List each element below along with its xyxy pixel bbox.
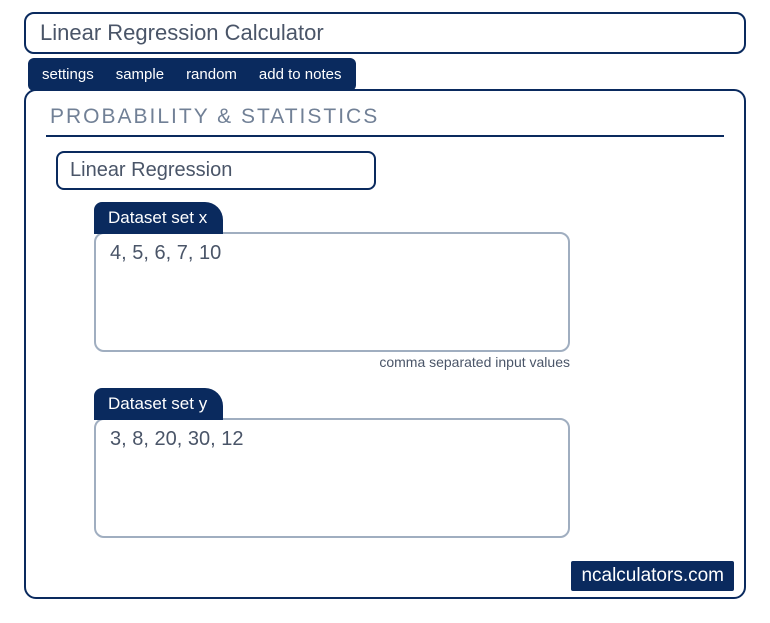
page-title: Linear Regression Calculator	[24, 12, 746, 54]
section-heading: PROBABILITY & STATISTICS	[46, 105, 724, 137]
tabs-bar: settings sample random add to notes	[28, 58, 356, 91]
dataset-x-group: Dataset set x comma separated input valu…	[94, 202, 574, 370]
dataset-x-label: Dataset set x	[94, 202, 223, 234]
main-panel: PROBABILITY & STATISTICS Linear Regressi…	[24, 89, 746, 599]
tab-random[interactable]: random	[186, 66, 237, 83]
tab-settings[interactable]: settings	[42, 66, 94, 83]
brand-badge: ncalculators.com	[571, 561, 734, 591]
dataset-x-hint: comma separated input values	[94, 354, 570, 370]
section-subtitle: Linear Regression	[56, 151, 376, 190]
dataset-y-input[interactable]	[94, 418, 570, 538]
dataset-y-group: Dataset set y	[94, 388, 574, 538]
tab-sample[interactable]: sample	[116, 66, 164, 83]
tab-add-to-notes[interactable]: add to notes	[259, 66, 342, 83]
dataset-y-label: Dataset set y	[94, 388, 223, 420]
dataset-x-input[interactable]	[94, 232, 570, 352]
